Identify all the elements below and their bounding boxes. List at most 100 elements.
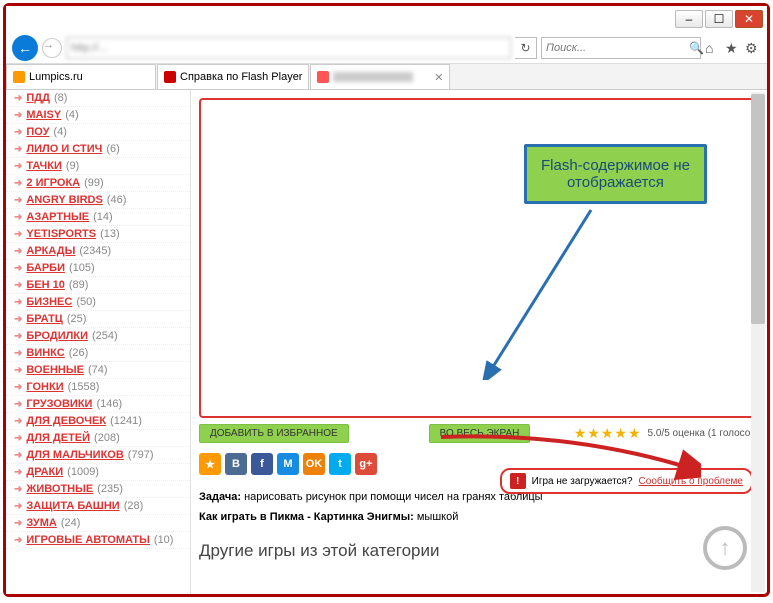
category-name: ПОУ (26, 126, 49, 138)
sidebar-category-item[interactable]: ➜БРОДИЛКИ(254) (6, 328, 190, 345)
category-count: (8) (54, 92, 67, 104)
tab-flash-help[interactable]: Справка по Flash Player (157, 64, 309, 89)
category-name: АРКАДЫ (26, 245, 75, 257)
scrollbar-thumb[interactable] (751, 94, 765, 324)
category-name: БЕН 10 (26, 279, 64, 291)
maximize-button[interactable]: ☐ (705, 10, 733, 28)
social-share-button[interactable]: g+ (355, 453, 377, 475)
back-button[interactable]: ← (12, 35, 38, 61)
home-icon[interactable]: ⌂ (705, 40, 721, 56)
add-favorite-button[interactable]: ДОБАВИТЬ В ИЗБРАННОЕ (199, 424, 349, 443)
arrow-icon: ➜ (14, 433, 22, 444)
sidebar-category-item[interactable]: ➜ВОЕННЫЕ(74) (6, 362, 190, 379)
tab-lumpics[interactable]: Lumpics.ru (6, 64, 156, 89)
search-input[interactable] (546, 42, 689, 54)
sidebar-category-item[interactable]: ➜БАРБИ(105) (6, 260, 190, 277)
arrow-icon: ➜ (14, 144, 22, 155)
window-titlebar: – ☐ ✕ (6, 6, 767, 32)
favorites-icon[interactable]: ★ (725, 40, 741, 56)
category-count: (6) (106, 143, 119, 155)
sidebar-category-item[interactable]: ➜ДЛЯ ДЕВОЧЕК(1241) (6, 413, 190, 430)
arrow-icon: ➜ (14, 331, 22, 342)
social-share-button[interactable]: M (277, 453, 299, 475)
category-name: БИЗНЕС (26, 296, 72, 308)
arrow-icon: ➜ (14, 348, 22, 359)
flash-content-area: Flash-содержимое не отображается (199, 98, 759, 418)
category-sidebar: ➜ПДД(8)➜MAISY(4)➜ПОУ(4)➜ЛИЛО И СТИЧ(6)➜Т… (6, 90, 191, 594)
social-share-button[interactable]: f (251, 453, 273, 475)
category-count: (99) (84, 177, 104, 189)
task-text: нарисовать рисунок при помощи чисел на г… (241, 491, 543, 503)
category-name: ВОЕННЫЕ (26, 364, 84, 376)
howto-description: Как играть в Пикма - Картинка Энигмы: мы… (199, 511, 759, 523)
search-box[interactable]: 🔍 (541, 37, 701, 59)
vertical-scrollbar[interactable] (751, 92, 765, 592)
sidebar-category-item[interactable]: ➜ANGRY BIRDS(46) (6, 192, 190, 209)
sidebar-category-item[interactable]: ➜ДЛЯ МАЛЬЧИКОВ(797) (6, 447, 190, 464)
category-name: ЖИВОТНЫЕ (26, 483, 93, 495)
sidebar-category-item[interactable]: ➜ПОУ(4) (6, 124, 190, 141)
social-share-button[interactable]: ★ (199, 453, 221, 475)
category-count: (208) (94, 432, 120, 444)
callout-line-1: Flash-содержимое не (541, 157, 690, 174)
sidebar-category-item[interactable]: ➜MAISY(4) (6, 107, 190, 124)
favicon-icon (164, 71, 176, 83)
category-count: (10) (154, 534, 174, 546)
category-count: (89) (69, 279, 89, 291)
arrow-icon: ➜ (14, 535, 22, 546)
sidebar-category-item[interactable]: ➜ГРУЗОВИКИ(146) (6, 396, 190, 413)
sidebar-category-item[interactable]: ➜БИЗНЕС(50) (6, 294, 190, 311)
sidebar-category-item[interactable]: ➜ДЛЯ ДЕТЕЙ(208) (6, 430, 190, 447)
arrow-icon: ➜ (14, 178, 22, 189)
sidebar-category-item[interactable]: ➜ЗАЩИТА БАШНИ(28) (6, 498, 190, 515)
sidebar-category-item[interactable]: ➜ЖИВОТНЫЕ(235) (6, 481, 190, 498)
tab-label: Lumpics.ru (29, 71, 83, 83)
close-icon[interactable]: ✕ (434, 71, 443, 84)
category-count: (46) (107, 194, 127, 206)
sidebar-category-item[interactable]: ➜ЗУМА(24) (6, 515, 190, 532)
tab-blurred[interactable]: ✕ (310, 64, 450, 89)
category-name: ЗУМА (26, 517, 56, 529)
url-input[interactable]: http://... (66, 37, 511, 59)
sidebar-category-item[interactable]: ➜БРАТЦ(25) (6, 311, 190, 328)
category-name: ГРУЗОВИКИ (26, 398, 92, 410)
favicon-icon (317, 71, 329, 83)
settings-icon[interactable]: ⚙ (745, 40, 761, 56)
category-name: ДЛЯ ДЕВОЧЕК (26, 415, 106, 427)
sidebar-category-item[interactable]: ➜ ИГРОВЫЕ АВТОМАТЫ (10) (6, 532, 190, 549)
callout-line-2: отображается (541, 174, 690, 191)
sidebar-category-item[interactable]: ➜2 ИГРОКА(99) (6, 175, 190, 192)
sidebar-category-item[interactable]: ➜YETISPORTS(13) (6, 226, 190, 243)
social-share-button[interactable]: B (225, 453, 247, 475)
arrow-icon: ➜ (14, 263, 22, 274)
arrow-icon: ➜ (14, 399, 22, 410)
forward-button[interactable]: → (42, 38, 62, 58)
sidebar-category-item[interactable]: ➜АЗАРТНЫЕ(14) (6, 209, 190, 226)
sidebar-category-item[interactable]: ➜ГОНКИ(1558) (6, 379, 190, 396)
sidebar-category-item[interactable]: ➜ТАЧКИ(9) (6, 158, 190, 175)
close-button[interactable]: ✕ (735, 10, 763, 28)
arrow-icon: ➜ (14, 365, 22, 376)
sidebar-category-item[interactable]: ➜ЛИЛО И СТИЧ(6) (6, 141, 190, 158)
minimize-button[interactable]: – (675, 10, 703, 28)
category-count: (26) (69, 347, 89, 359)
sidebar-category-item[interactable]: ➜АРКАДЫ(2345) (6, 243, 190, 260)
howto-text: мышкой (414, 511, 459, 523)
arrow-icon: ➜ (14, 450, 22, 461)
social-share-button[interactable]: t (329, 453, 351, 475)
category-count: (105) (69, 262, 95, 274)
sidebar-category-item[interactable]: ➜ПДД(8) (6, 90, 190, 107)
sidebar-category-item[interactable]: ➜ВИНКС(26) (6, 345, 190, 362)
category-name: ИГРОВЫЕ АВТОМАТЫ (26, 534, 150, 546)
arrow-icon: ➜ (14, 518, 22, 529)
search-icon[interactable]: 🔍 (689, 41, 704, 55)
sidebar-category-item[interactable]: ➜ДРАКИ(1009) (6, 464, 190, 481)
refresh-button[interactable]: ↻ (515, 37, 537, 59)
sidebar-category-item[interactable]: ➜БЕН 10(89) (6, 277, 190, 294)
category-count: (1009) (67, 466, 99, 478)
scroll-to-top-button[interactable]: ↑ (703, 526, 747, 570)
social-share-button[interactable]: OK (303, 453, 325, 475)
main-content: Flash-содержимое не отображается ДОБАВИТ… (191, 90, 767, 594)
category-count: (14) (93, 211, 113, 223)
arrow-icon: ➜ (14, 229, 22, 240)
